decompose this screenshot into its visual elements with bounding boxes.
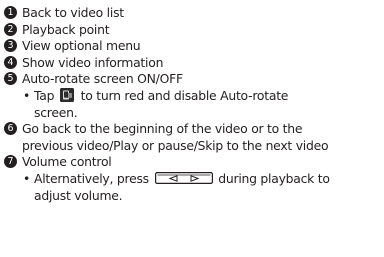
number-badge-2: 2 <box>4 22 17 36</box>
number-badge-1: 1 <box>4 6 17 19</box>
list-item-text: Show video information <box>22 54 164 70</box>
list-item-text: Playback point <box>22 21 110 37</box>
instructions-list: 1 Back to video list 2 Playback point 3 … <box>4 5 380 204</box>
number-badge-4: 4 <box>4 55 17 69</box>
number-badge-6: 6 <box>4 122 17 136</box>
list-item-video-info: 4 Show video information <box>4 55 380 72</box>
bullet: • <box>23 170 31 186</box>
auto-rotate-icon <box>59 87 74 102</box>
list-item-navigation: 6 Go back to the beginning of the video … <box>4 121 380 138</box>
number-badge-5: 5 <box>4 72 17 86</box>
number-badge-3: 3 <box>4 39 17 53</box>
note-text-after: during playback to <box>218 170 330 186</box>
list-item-optional-menu: 3 View optional menu <box>4 38 380 55</box>
list-item-text: Volume control <box>22 154 112 170</box>
list-item-text: View optional menu <box>22 38 141 54</box>
list-item-continuation: previous video/Play or pause/Skip to the… <box>22 137 329 153</box>
note-volume: • Alternatively, press during playback t… <box>4 171 380 188</box>
note-text-before: Tap <box>34 87 55 103</box>
note-continuation: adjust volume. <box>34 187 123 203</box>
list-item-text: Back to video list <box>22 5 124 20</box>
list-item-text: Go back to the beginning of the video or… <box>22 121 303 137</box>
bullet: • <box>23 87 31 103</box>
note-continuation: screen. <box>34 104 78 120</box>
note-text-after: to turn red and disable Auto-rotate <box>80 87 289 103</box>
list-item-auto-rotate: 5 Auto-rotate screen ON/OFF <box>4 71 380 88</box>
list-item-back: 1 Back to video list <box>4 5 380 22</box>
note-text-before: Alternatively, press <box>34 170 149 186</box>
volume-key-icon <box>154 171 213 184</box>
note-auto-rotate: • Tap to turn red and disable Auto-rotat… <box>4 87 380 105</box>
list-item-playback-point: 2 Playback point <box>4 22 380 39</box>
list-item-text: Auto-rotate screen ON/OFF <box>22 71 183 87</box>
number-badge-7: 7 <box>4 155 17 169</box>
list-item-volume: 7 Volume control <box>4 154 380 171</box>
